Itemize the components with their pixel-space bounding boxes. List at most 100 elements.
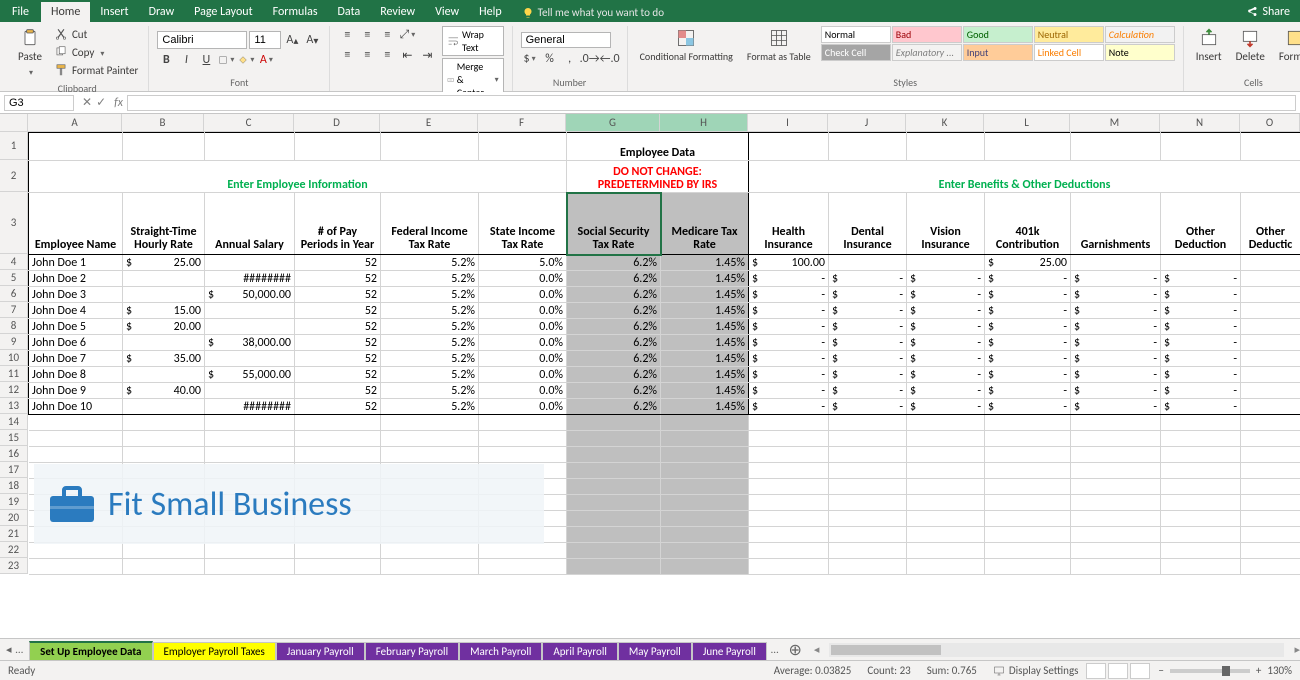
increase-font-button[interactable]: A▴ (283, 31, 301, 49)
cell-1-J[interactable] (829, 133, 907, 161)
display-settings-button[interactable]: Display Settings (993, 664, 1079, 677)
cell-17-K[interactable] (907, 463, 985, 479)
cell-17-I[interactable] (749, 463, 829, 479)
border-button[interactable] (217, 51, 235, 69)
cell-4-O[interactable] (1241, 255, 1300, 271)
cell-14-M[interactable] (1071, 415, 1161, 431)
cell-18-I[interactable] (749, 479, 829, 495)
cell-10-M[interactable]: $- (1071, 351, 1161, 367)
row-header-19[interactable]: 19 (0, 494, 28, 510)
row-header-10[interactable]: 10 (0, 350, 28, 366)
cell-15-O[interactable] (1241, 431, 1300, 447)
cell-8-H[interactable]: 1.45% (661, 319, 749, 335)
cell-17-N[interactable] (1161, 463, 1241, 479)
header-1[interactable]: Straight-Time Hourly Rate (123, 193, 205, 255)
tab-view[interactable]: View (425, 2, 469, 22)
cell-4-L[interactable]: $25.00 (985, 255, 1071, 271)
add-sheet-button[interactable]: ⊕ (782, 640, 807, 660)
cell-6-I[interactable]: $- (749, 287, 829, 303)
cell-6-D[interactable]: 52 (295, 287, 381, 303)
cell-18-N[interactable] (1161, 479, 1241, 495)
cell-20-N[interactable] (1161, 511, 1241, 527)
row-header-9[interactable]: 9 (0, 334, 28, 350)
col-header-O[interactable]: O (1240, 114, 1300, 132)
cell-1-I[interactable] (749, 133, 829, 161)
cell-5-E[interactable]: 5.2% (381, 271, 479, 287)
cell-8-A[interactable]: John Doe 5 (29, 319, 123, 335)
cell-14-G[interactable] (567, 415, 661, 431)
cell-23-L[interactable] (985, 559, 1071, 575)
sheet-tab-january-payroll[interactable]: January Payroll (276, 642, 365, 660)
font-color-button[interactable]: A (257, 51, 275, 69)
row-header-8[interactable]: 8 (0, 318, 28, 334)
row-header-2[interactable]: 2 (0, 160, 28, 192)
cell-4-B[interactable]: $25.00 (123, 255, 205, 271)
header-8[interactable]: Health Insurance (749, 193, 829, 255)
cell-22-K[interactable] (907, 543, 985, 559)
cell-5-G[interactable]: 6.2% (567, 271, 661, 287)
hscroll-thumb[interactable] (831, 645, 941, 655)
cell-22-O[interactable] (1241, 543, 1300, 559)
cell-13-D[interactable]: 52 (295, 399, 381, 415)
enter-fx-icon[interactable]: ✓ (96, 95, 106, 110)
cell-5-M[interactable]: $- (1071, 271, 1161, 287)
cell-5-I[interactable]: $- (749, 271, 829, 287)
decrease-decimal-button[interactable]: ←.0 (601, 50, 619, 68)
hscroll-track[interactable] (829, 643, 1284, 657)
cell-9-O[interactable] (1241, 335, 1300, 351)
cell-19-G[interactable] (567, 495, 661, 511)
currency-button[interactable]: $ (521, 50, 539, 68)
percent-button[interactable]: % (541, 50, 559, 68)
cell-18-O[interactable] (1241, 479, 1300, 495)
cell-11-D[interactable]: 52 (295, 367, 381, 383)
cell-16-F[interactable] (479, 447, 567, 463)
zoom-thumb[interactable] (1222, 666, 1230, 676)
col-header-H[interactable]: H (660, 114, 748, 132)
cell-9-E[interactable]: 5.2% (381, 335, 479, 351)
cell-6-L[interactable]: $- (985, 287, 1071, 303)
cell-6-E[interactable]: 5.2% (381, 287, 479, 303)
cell-15-A[interactable] (29, 431, 123, 447)
cell-18-J[interactable] (829, 479, 907, 495)
style-swatch-note[interactable]: Note (1105, 44, 1175, 61)
cell-enter-emp-info[interactable]: Enter Employee Information (29, 161, 567, 193)
cell-6-K[interactable]: $- (907, 287, 985, 303)
cell-16-A[interactable] (29, 447, 123, 463)
cell-9-B[interactable] (123, 335, 205, 351)
cell-11-F[interactable]: 0.0% (479, 367, 567, 383)
cell-14-H[interactable] (661, 415, 749, 431)
style-swatch-input[interactable]: Input (963, 44, 1033, 61)
cell-12-O[interactable] (1241, 383, 1300, 399)
cell-10-I[interactable]: $- (749, 351, 829, 367)
cell-8-O[interactable] (1241, 319, 1300, 335)
cell-7-F[interactable]: 0.0% (479, 303, 567, 319)
cell-21-L[interactable] (985, 527, 1071, 543)
hscroll-right[interactable]: ▸ (1294, 643, 1300, 656)
sheet-tab-may-payroll[interactable]: May Payroll (618, 642, 692, 660)
cell-14-B[interactable] (123, 415, 205, 431)
style-swatch-bad[interactable]: Bad (892, 26, 962, 43)
cell-8-B[interactable]: $20.00 (123, 319, 205, 335)
cell-14-C[interactable] (205, 415, 295, 431)
cell-6-A[interactable]: John Doe 3 (29, 287, 123, 303)
cell-10-K[interactable]: $- (907, 351, 985, 367)
cell-6-F[interactable]: 0.0% (479, 287, 567, 303)
cell-23-C[interactable] (205, 559, 295, 575)
sheet-tab-april-payroll[interactable]: April Payroll (542, 642, 618, 660)
cell-9-K[interactable]: $- (907, 335, 985, 351)
cell-12-L[interactable]: $- (985, 383, 1071, 399)
cancel-fx-icon[interactable]: ✕ (82, 95, 92, 110)
cell-6-B[interactable] (123, 287, 205, 303)
cell-16-D[interactable] (295, 447, 381, 463)
cell-13-B[interactable] (123, 399, 205, 415)
cell-1-B[interactable] (123, 133, 205, 161)
cell-11-L[interactable]: $- (985, 367, 1071, 383)
cell-12-N[interactable]: $- (1161, 383, 1241, 399)
hscroll-left[interactable]: ◂ (814, 643, 820, 656)
sheet-nav-first[interactable]: ◂ (6, 643, 12, 656)
cell-23-I[interactable] (749, 559, 829, 575)
cell-11-M[interactable]: $- (1071, 367, 1161, 383)
header-6[interactable]: Social Security Tax Rate (567, 193, 661, 255)
cell-4-E[interactable]: 5.2% (381, 255, 479, 271)
row-header-15[interactable]: 15 (0, 430, 28, 446)
